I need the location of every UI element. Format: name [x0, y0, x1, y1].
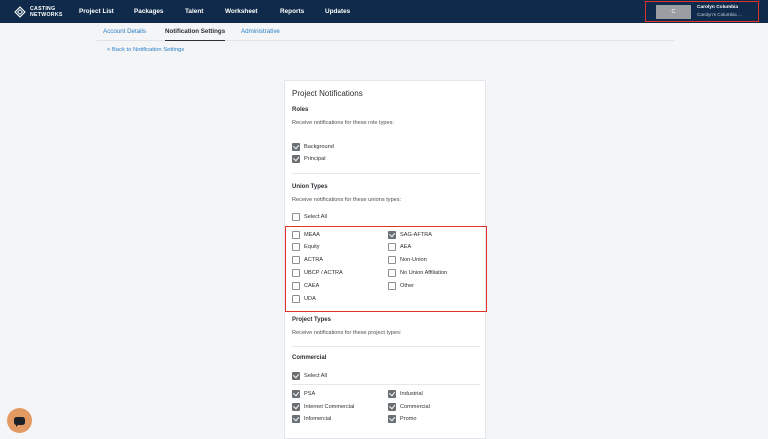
checkbox-box[interactable]: [388, 282, 396, 290]
divider: [292, 173, 480, 174]
union-types-desc: Receive notifications for these unions t…: [292, 197, 402, 203]
tab-account-details[interactable]: Account Details: [103, 23, 146, 41]
checkbox-union-select-all[interactable]: Select All: [292, 212, 327, 222]
card-title: Project Notifications: [292, 89, 363, 98]
checkbox-actra[interactable]: ACTRA: [292, 255, 323, 265]
checkbox-industrial[interactable]: Industrial: [388, 389, 423, 399]
nav-reports[interactable]: Reports: [280, 0, 304, 23]
checkbox-uda[interactable]: UDA: [292, 294, 316, 304]
checkbox-meaa[interactable]: MEAA: [292, 230, 320, 240]
checkbox-label: UDA: [304, 296, 316, 302]
checkbox-box[interactable]: [292, 143, 300, 151]
checkbox-box[interactable]: [388, 269, 396, 277]
checkbox-label: Infomercial: [304, 416, 332, 422]
settings-tabs: Account Details Notification Settings Ad…: [96, 23, 674, 41]
checkbox-no-union-affiliation[interactable]: No Union Affiliation: [388, 268, 447, 278]
checkbox-label: Other: [400, 283, 414, 289]
checkbox-non-union[interactable]: Non-Union: [388, 255, 427, 265]
checkbox-label: SAG-AFTRA: [400, 232, 433, 238]
checkbox-label: PSA: [304, 391, 316, 397]
logo-text: CASTING NETWORKS: [30, 5, 63, 18]
checkbox-principal[interactable]: Principal: [292, 154, 325, 164]
project-types-desc: Receive notifications for these project …: [292, 330, 402, 336]
avatar: C: [656, 5, 691, 19]
checkbox-box[interactable]: [292, 390, 300, 398]
back-to-notification-settings-link[interactable]: < Back to Notification Settings: [107, 47, 184, 53]
checkbox-label: Background: [304, 144, 334, 150]
nav-talent[interactable]: Talent: [185, 0, 203, 23]
nav-updates[interactable]: Updates: [325, 0, 350, 23]
project-types-title: Project Types: [292, 317, 331, 323]
checkbox-infomercial[interactable]: Infomercial: [292, 414, 331, 424]
checkbox-psa[interactable]: PSA: [292, 389, 315, 399]
checkbox-box[interactable]: [292, 372, 300, 380]
checkbox-label: Non-Union: [400, 257, 427, 263]
checkbox-label: UBCP / ACTRA: [304, 270, 343, 276]
checkbox-sag-aftra[interactable]: SAG-AFTRA: [388, 230, 432, 240]
checkbox-box[interactable]: [388, 256, 396, 264]
union-types-title: Union Types: [292, 184, 328, 190]
checkbox-box[interactable]: [292, 213, 300, 221]
checkbox-box[interactable]: [388, 403, 396, 411]
checkbox-background[interactable]: Background: [292, 142, 334, 152]
checkbox-label: CAEA: [304, 283, 320, 289]
commercial-title: Commercial: [292, 355, 327, 361]
checkbox-box[interactable]: [292, 243, 300, 251]
logo-diamond-icon: [14, 5, 26, 18]
checkbox-ubcp-actra[interactable]: UBCP / ACTRA: [292, 268, 343, 278]
checkbox-label: ACTRA: [304, 257, 323, 263]
user-account: Carolyn's Columbia ...: [697, 12, 742, 17]
checkbox-aea[interactable]: AEA: [388, 242, 411, 252]
checkbox-label: Principal: [304, 156, 326, 162]
checkbox-box[interactable]: [292, 269, 300, 277]
logo[interactable]: CASTING NETWORKS: [14, 4, 70, 19]
checkbox-commercial-select-all[interactable]: Select All: [292, 371, 327, 381]
checkbox-box[interactable]: [292, 155, 300, 163]
checkbox-label: AEA: [400, 244, 412, 250]
checkbox-box[interactable]: [388, 415, 396, 423]
roles-title: Roles: [292, 107, 309, 113]
checkbox-label: Select All: [304, 373, 328, 379]
checkbox-promo[interactable]: Promo: [388, 414, 416, 424]
user-name: Carolyn Columbia: [697, 5, 739, 10]
roles-desc: Receive notifications for these role typ…: [292, 120, 394, 126]
chat-button[interactable]: [7, 408, 32, 433]
top-nav: CASTING NETWORKS Project List Packages T…: [0, 0, 768, 23]
chat-bubble-icon: [14, 416, 25, 427]
checkbox-box[interactable]: [292, 231, 300, 239]
user-menu[interactable]: C Carolyn Columbia Carolyn's Columbia ..…: [645, 1, 759, 22]
tab-notification-settings[interactable]: Notification Settings: [165, 23, 226, 41]
checkbox-label: Select All: [304, 214, 328, 220]
checkbox-label: Internet Commercial: [304, 404, 355, 410]
checkbox-box[interactable]: [292, 282, 300, 290]
checkbox-box[interactable]: [292, 403, 300, 411]
nav-project-list[interactable]: Project List: [79, 0, 114, 23]
checkbox-label: Promo: [400, 416, 417, 422]
nav-packages[interactable]: Packages: [134, 0, 164, 23]
checkbox-commercial[interactable]: Commercial: [388, 402, 430, 412]
checkbox-box[interactable]: [388, 243, 396, 251]
checkbox-caea[interactable]: CAEA: [292, 281, 319, 291]
checkbox-box[interactable]: [292, 295, 300, 303]
project-notifications-card: Project Notifications Roles Receive noti…: [284, 80, 487, 439]
checkbox-label: Equity: [304, 244, 320, 250]
checkbox-label: Industrial: [400, 391, 423, 397]
checkbox-equity[interactable]: Equity: [292, 242, 320, 252]
checkbox-box[interactable]: [388, 231, 396, 239]
checkbox-label: MEAA: [304, 232, 320, 238]
nav-worksheet[interactable]: Worksheet: [225, 0, 258, 23]
divider: [292, 384, 480, 385]
divider: [292, 346, 480, 347]
checkbox-internet-commercial[interactable]: Internet Commercial: [292, 402, 354, 412]
checkbox-box[interactable]: [388, 390, 396, 398]
tab-administrative[interactable]: Administrative: [241, 23, 280, 41]
checkbox-box[interactable]: [292, 415, 300, 423]
checkbox-box[interactable]: [292, 256, 300, 264]
checkbox-label: No Union Affiliation: [400, 270, 448, 276]
checkbox-other[interactable]: Other: [388, 281, 414, 291]
checkbox-label: Commercial: [400, 404, 430, 410]
